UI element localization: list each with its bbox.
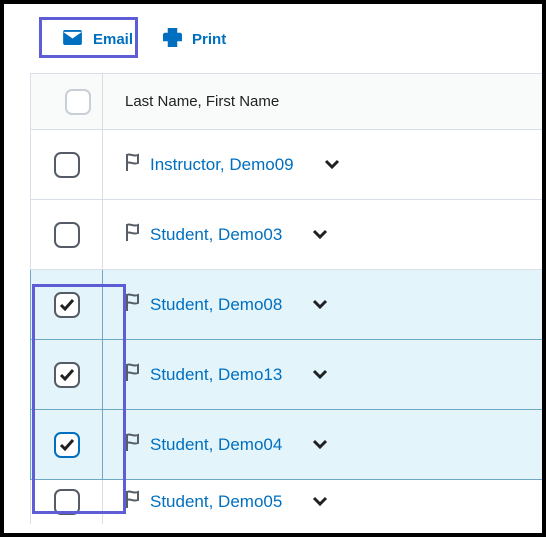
chevron-down-icon[interactable] bbox=[312, 436, 328, 454]
table-row: Student, Demo05 bbox=[31, 480, 546, 524]
user-name-link[interactable]: Instructor, Demo09 bbox=[150, 155, 294, 175]
flag-icon[interactable] bbox=[125, 363, 140, 387]
row-checkbox[interactable] bbox=[54, 222, 80, 248]
table-row: Student, Demo08 bbox=[31, 270, 546, 340]
row-checkbox[interactable] bbox=[54, 292, 80, 318]
flag-icon[interactable] bbox=[125, 490, 140, 514]
app-frame: Email Print Last Name, First Name bbox=[0, 0, 546, 537]
users-table: Last Name, First Name Instructor, Demo09… bbox=[30, 73, 546, 524]
user-name-link[interactable]: Student, Demo03 bbox=[150, 225, 282, 245]
table-row: Student, Demo03 bbox=[31, 200, 546, 270]
toolbar: Email Print bbox=[4, 4, 542, 73]
flag-icon[interactable] bbox=[125, 223, 140, 247]
column-header-name: Last Name, First Name bbox=[103, 74, 546, 130]
user-name-link[interactable]: Student, Demo08 bbox=[150, 295, 282, 315]
user-name-link[interactable]: Student, Demo04 bbox=[150, 435, 282, 455]
chevron-down-icon[interactable] bbox=[312, 226, 328, 244]
flag-icon[interactable] bbox=[125, 153, 140, 177]
row-checkbox[interactable] bbox=[54, 152, 80, 178]
print-icon bbox=[163, 28, 182, 51]
table-row: Student, Demo04 bbox=[31, 410, 546, 480]
user-name-link[interactable]: Student, Demo13 bbox=[150, 365, 282, 385]
row-checkbox[interactable] bbox=[54, 432, 80, 458]
email-button[interactable]: Email bbox=[62, 30, 133, 49]
row-checkbox[interactable] bbox=[54, 362, 80, 388]
chevron-down-icon[interactable] bbox=[312, 296, 328, 314]
chevron-down-icon[interactable] bbox=[312, 366, 328, 384]
table-row: Instructor, Demo09 bbox=[31, 130, 546, 200]
flag-icon[interactable] bbox=[125, 293, 140, 317]
chevron-down-icon[interactable] bbox=[324, 156, 340, 174]
row-checkbox[interactable] bbox=[54, 489, 80, 515]
user-name-link[interactable]: Student, Demo05 bbox=[150, 492, 282, 512]
email-icon bbox=[62, 30, 83, 49]
email-label: Email bbox=[93, 31, 133, 48]
select-all-checkbox[interactable] bbox=[65, 89, 91, 115]
print-label: Print bbox=[192, 31, 226, 48]
chevron-down-icon[interactable] bbox=[312, 493, 328, 511]
print-button[interactable]: Print bbox=[163, 28, 226, 51]
header-row: Last Name, First Name bbox=[31, 74, 546, 130]
flag-icon[interactable] bbox=[125, 433, 140, 457]
table-row: Student, Demo13 bbox=[31, 340, 546, 410]
